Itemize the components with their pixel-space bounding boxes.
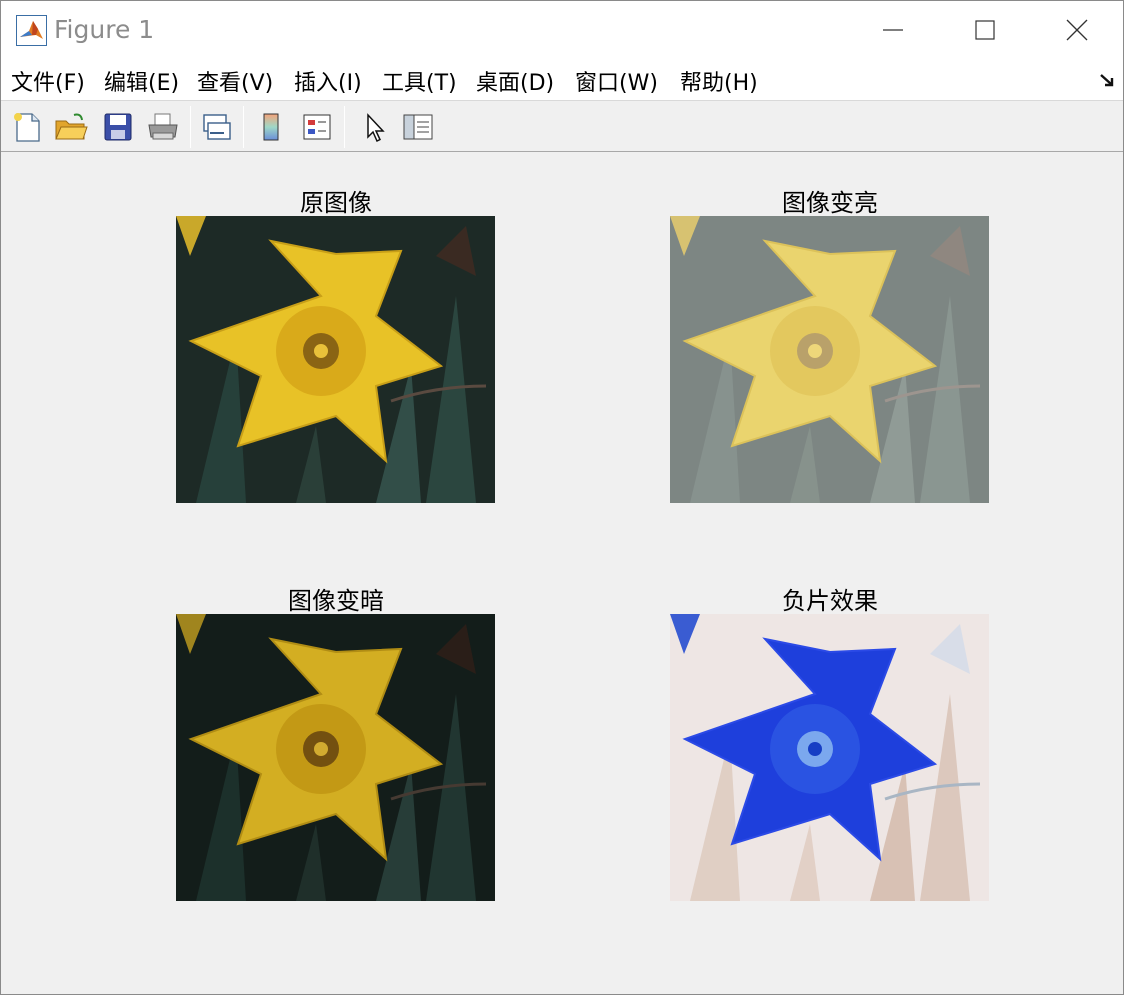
- toolbar-separator: [190, 106, 191, 148]
- figure-canvas: 原图像 图像变亮 图像变暗 负片效果: [1, 153, 1123, 994]
- link-plot-icon[interactable]: [199, 109, 235, 145]
- toolbar-separator: [344, 106, 345, 148]
- menu-help[interactable]: 帮助(H): [680, 65, 758, 97]
- figure-toolbar: [1, 102, 1123, 152]
- property-inspector-icon[interactable]: [400, 109, 436, 145]
- minimize-button[interactable]: [847, 1, 939, 59]
- menu-edit[interactable]: 编辑(E): [104, 65, 179, 97]
- menu-bar: 文件(F) 编辑(E) 查看(V) 插入(I) 工具(T) 桌面(D) 窗口(W…: [1, 59, 1123, 101]
- figure-window: Figure 1 文件(F) 编辑(E) 查看(V) 插入(I) 工具(T) 桌…: [0, 0, 1124, 995]
- menu-view[interactable]: 查看(V): [197, 65, 273, 97]
- axes-title: 图像变亮: [782, 189, 878, 217]
- new-figure-icon[interactable]: [9, 109, 45, 145]
- image-darker[interactable]: [176, 614, 495, 901]
- menu-window[interactable]: 窗口(W): [575, 65, 658, 97]
- menu-desktop[interactable]: 桌面(D): [476, 65, 554, 97]
- axes-title: 原图像: [300, 189, 372, 217]
- insert-colorbar-icon[interactable]: [253, 109, 289, 145]
- maximize-button[interactable]: [939, 1, 1031, 59]
- menu-file[interactable]: 文件(F): [11, 65, 85, 97]
- maximize-icon: [975, 20, 995, 40]
- axes-title: 图像变暗: [288, 587, 384, 615]
- insert-legend-icon[interactable]: [299, 109, 335, 145]
- toolbar-separator: [243, 106, 244, 148]
- image-original[interactable]: [176, 216, 495, 503]
- close-icon: [1066, 19, 1088, 41]
- minimize-icon: [883, 29, 903, 31]
- image-negative[interactable]: [670, 614, 989, 901]
- image-brighter[interactable]: [670, 216, 989, 503]
- axes-title: 负片效果: [782, 587, 878, 615]
- open-file-icon[interactable]: [53, 109, 89, 145]
- menu-insert[interactable]: 插入(I): [294, 65, 362, 97]
- dock-figure-icon[interactable]: [1098, 71, 1116, 89]
- window-title: Figure 1: [54, 15, 155, 44]
- matlab-logo-icon: [16, 15, 47, 46]
- edit-plot-icon[interactable]: [356, 109, 392, 145]
- print-figure-icon[interactable]: [145, 109, 181, 145]
- title-bar[interactable]: Figure 1: [1, 1, 1123, 59]
- menu-tools[interactable]: 工具(T): [382, 65, 457, 97]
- close-button[interactable]: [1031, 1, 1123, 59]
- save-figure-icon[interactable]: [100, 109, 136, 145]
